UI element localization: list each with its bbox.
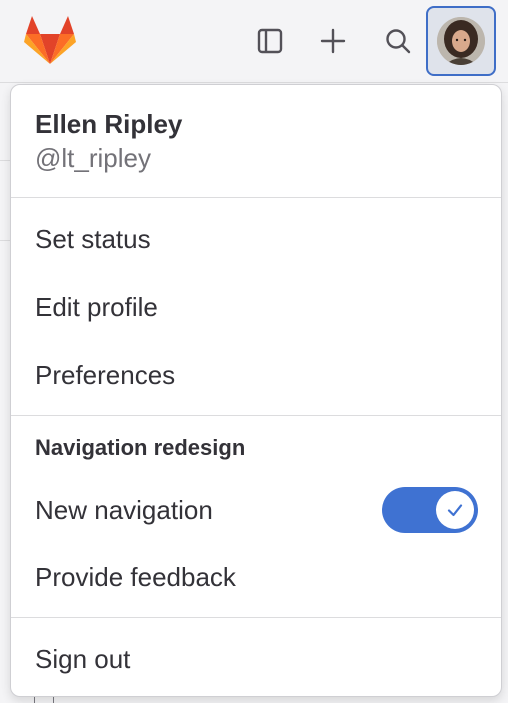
menu-divider	[11, 415, 501, 416]
edit-profile-item[interactable]: Edit profile	[11, 279, 501, 335]
gitlab-logo-icon[interactable]	[24, 16, 76, 66]
toggle-knob	[436, 491, 474, 529]
set-status-item[interactable]: Set status	[11, 211, 501, 267]
user-handle: @lt_ripley	[35, 143, 151, 173]
top-bar	[0, 0, 508, 83]
new-navigation-toggle[interactable]	[382, 487, 478, 533]
avatar	[437, 17, 485, 65]
preferences-item[interactable]: Preferences	[11, 347, 501, 403]
menu-divider	[11, 197, 501, 198]
plus-icon[interactable]	[316, 24, 350, 58]
sign-out-item[interactable]: Sign out	[11, 631, 501, 687]
user-avatar-button[interactable]	[426, 6, 496, 76]
menu-divider	[11, 617, 501, 618]
provide-feedback-item[interactable]: Provide feedback	[11, 549, 501, 605]
user-dropdown-menu: Ellen Ripley @lt_ripley Set status Edit …	[10, 84, 502, 697]
search-icon[interactable]	[381, 24, 415, 58]
checkmark-icon	[447, 504, 463, 517]
sidebar-toggle-icon[interactable]	[253, 24, 287, 58]
user-name: Ellen Ripley	[35, 109, 183, 139]
navigation-section-title: Navigation redesign	[35, 435, 246, 460]
